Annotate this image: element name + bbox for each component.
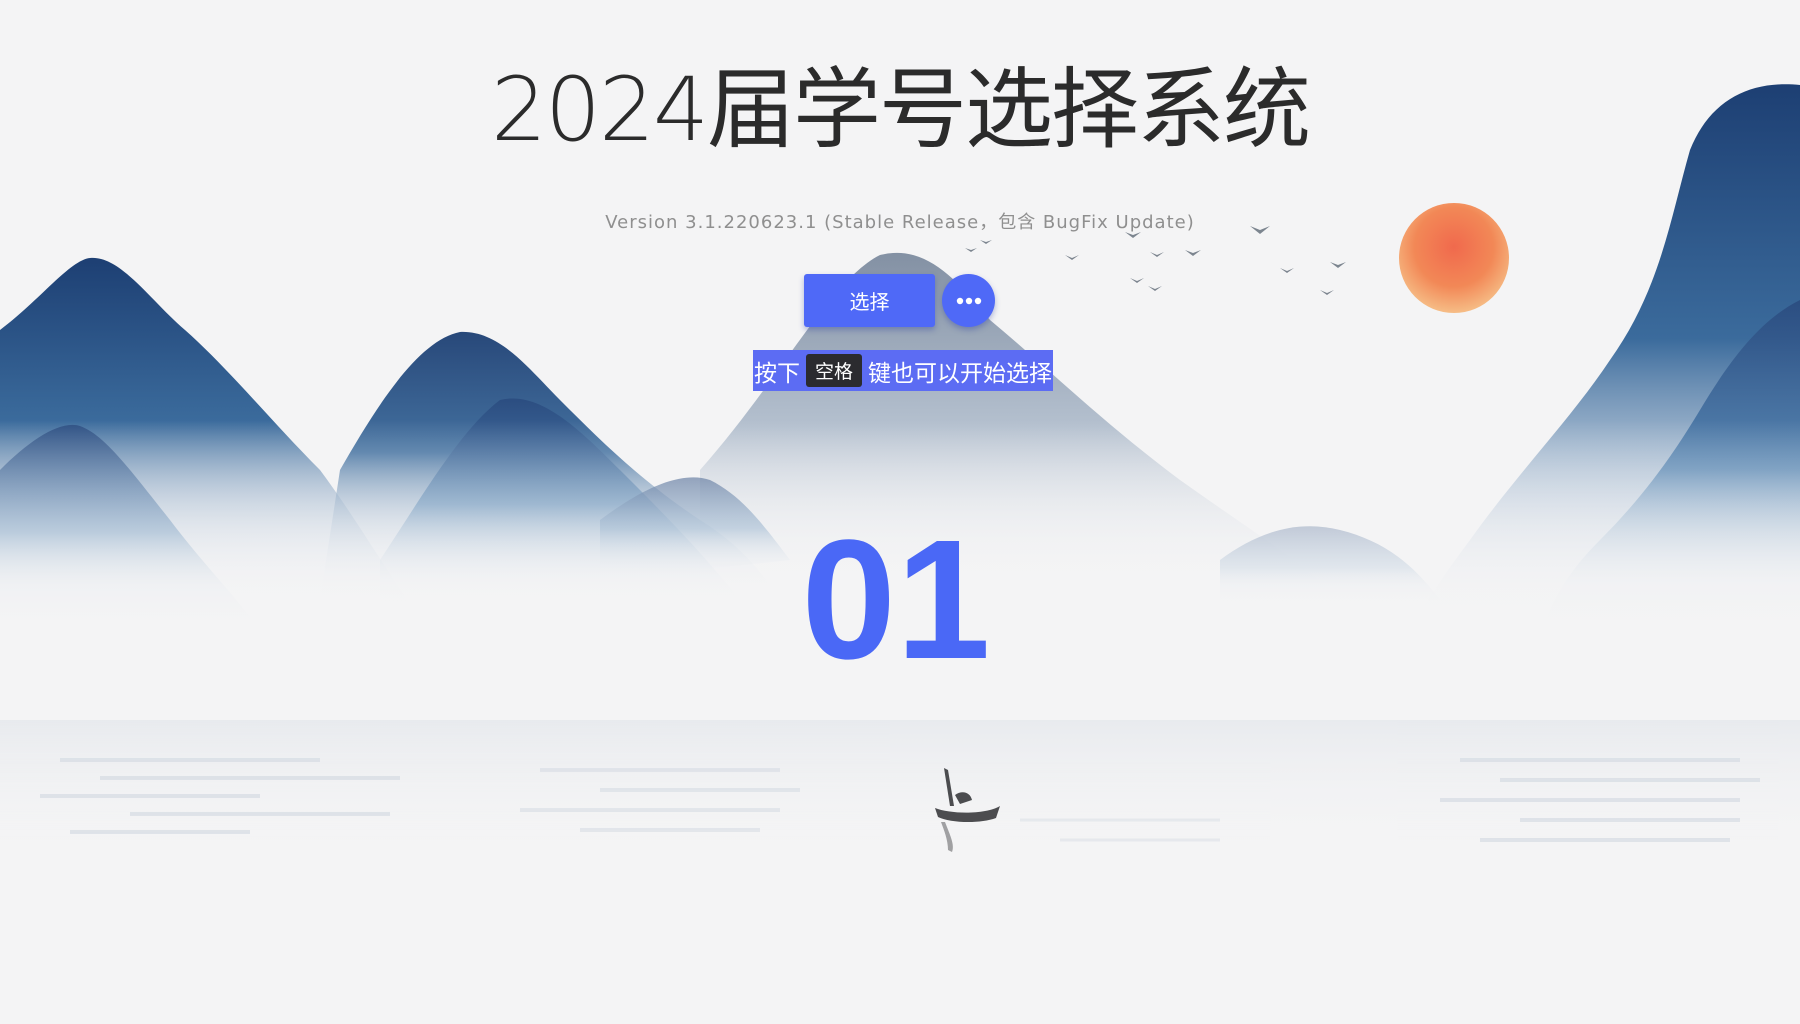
hint-suffix: 键也可以开始选择 <box>868 360 1053 387</box>
choose-button[interactable]: 选择 <box>804 274 935 327</box>
version-text: Version 3.1.220623.1 (Stable Release，包含 … <box>605 212 1195 233</box>
hint-prefix: 按下 <box>754 360 800 387</box>
page-title: 2024届学号选择系统 <box>491 58 1311 161</box>
more-options-button[interactable] <box>942 274 995 327</box>
space-key-badge: 空格 <box>806 354 863 387</box>
water-reflections <box>0 720 1800 850</box>
keyboard-hint: 按下 空格 键也可以开始选择 <box>753 350 1054 391</box>
more-horizontal-icon <box>956 297 981 304</box>
selected-number: 01 <box>801 505 991 695</box>
